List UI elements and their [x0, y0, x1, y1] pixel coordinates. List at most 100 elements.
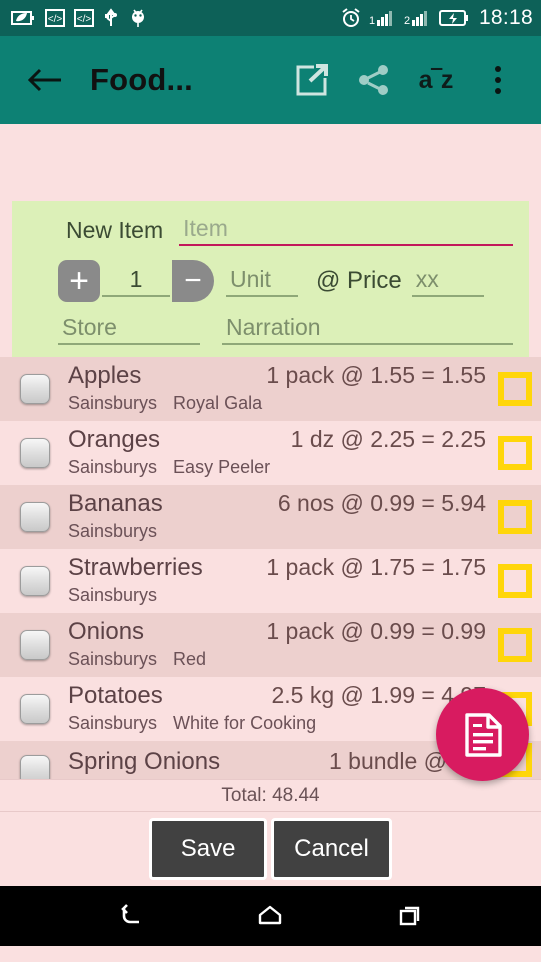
- row-subtitle: Sainsburys: [68, 585, 173, 606]
- row-quantity-price: 1 pack @ 0.99 = 0.99: [266, 618, 486, 644]
- row-checkbox[interactable]: [20, 755, 50, 779]
- row-checkbox[interactable]: [20, 502, 50, 532]
- back-arrow-icon[interactable]: [22, 67, 68, 93]
- row-item-name: Onions: [68, 618, 145, 645]
- usb-icon: [105, 8, 117, 26]
- at-price-label: @ Price: [316, 267, 402, 294]
- nav-home-icon[interactable]: [240, 886, 300, 946]
- row-item-name: Bananas: [68, 490, 163, 517]
- row-narration: Red: [173, 649, 207, 669]
- total-bar: Total: 48.44: [0, 779, 541, 812]
- row-checkbox[interactable]: [20, 694, 50, 724]
- row-quantity-price: 1 pack @ 1.55 = 1.55: [266, 362, 486, 388]
- row-checkbox[interactable]: [20, 374, 50, 404]
- new-document-fab[interactable]: [436, 688, 529, 781]
- row-purchased-checkbox[interactable]: [498, 500, 532, 534]
- row-content: Strawberries 1 pack @ 1.75 = 1.75 Sainsb…: [68, 549, 498, 613]
- row-store: Sainsburys: [68, 521, 158, 541]
- svg-text:</>: </>: [48, 14, 63, 25]
- row-store: Sainsburys: [68, 393, 158, 413]
- row-content: Oranges 1 dz @ 2.25 = 2.25 Sainsburys Ea…: [68, 421, 498, 485]
- row-subtitle: Sainsburys Royal Gala: [68, 393, 262, 414]
- share-icon[interactable]: [343, 49, 405, 111]
- new-item-name-row: New Item Item: [12, 215, 529, 246]
- row-narration: Royal Gala: [173, 393, 263, 413]
- unit-input[interactable]: Unit: [226, 266, 298, 297]
- code-brackets-icon: </>: [45, 9, 65, 27]
- row-checkbox[interactable]: [20, 566, 50, 596]
- row-narration: Easy Peeler: [173, 457, 271, 477]
- row-subtitle: Sainsburys Red: [68, 649, 206, 670]
- row-quantity-price: 1 pack @ 1.75 = 1.75: [266, 554, 486, 580]
- battery-charging-icon: [438, 10, 468, 26]
- app-toolbar: Food... a‾z: [0, 36, 541, 124]
- document-icon: [464, 712, 502, 757]
- row-content: Onions 1 pack @ 0.99 = 0.99 Sainsburys R…: [68, 613, 498, 677]
- battery-saver-leaf-icon: [11, 11, 34, 25]
- row-item-name: Apples: [68, 362, 142, 389]
- nav-recents-icon[interactable]: [381, 886, 441, 946]
- overflow-menu-icon[interactable]: [467, 49, 529, 111]
- new-item-form: New Item Item + 1 − Unit @ Price xx Stor…: [12, 201, 529, 357]
- content-top-spacer: [0, 124, 541, 201]
- svg-text:2: 2: [404, 15, 410, 27]
- status-bar-left-icons: </> </>: [10, 8, 148, 28]
- table-row[interactable]: Onions 1 pack @ 0.99 = 0.99 Sainsburys R…: [0, 613, 541, 677]
- new-item-store-row: Store Narration: [12, 314, 529, 345]
- status-bar: </> </> 1 2 18:18: [0, 0, 541, 36]
- sim1-signal-icon: 1: [369, 11, 392, 27]
- item-name-input[interactable]: Item: [179, 215, 513, 246]
- table-row[interactable]: Bananas 6 nos @ 0.99 = 5.94 Sainsburys: [0, 485, 541, 549]
- android-debug-icon: [132, 9, 144, 27]
- narration-input[interactable]: Narration: [222, 314, 513, 345]
- row-item-name: Spring Onions: [68, 748, 221, 775]
- nav-back-icon[interactable]: [100, 886, 160, 946]
- row-purchased-checkbox[interactable]: [498, 436, 532, 470]
- row-content: Apples 1 pack @ 1.55 = 1.55 Sainsburys R…: [68, 357, 498, 421]
- svg-text:</>: </>: [77, 14, 92, 25]
- row-quantity-price: 1 dz @ 2.25 = 2.25: [290, 426, 486, 452]
- row-store: Sainsburys: [68, 649, 158, 669]
- code-brackets-icon: </>: [74, 9, 94, 27]
- decrement-quantity-button[interactable]: −: [172, 260, 214, 302]
- cancel-button[interactable]: Cancel: [271, 818, 392, 880]
- alarm-icon: [342, 8, 360, 27]
- sort-az-button[interactable]: a‾z: [405, 49, 467, 111]
- row-quantity-price: 6 nos @ 0.99 = 5.94: [277, 490, 486, 516]
- row-store: Sainsburys: [68, 457, 158, 477]
- page-title: Food...: [90, 62, 193, 97]
- row-checkbox[interactable]: [20, 438, 50, 468]
- row-subtitle: Sainsburys White for Cooking: [68, 713, 316, 734]
- table-row[interactable]: Oranges 1 dz @ 2.25 = 2.25 Sainsburys Ea…: [0, 421, 541, 485]
- price-input[interactable]: xx: [411, 266, 484, 297]
- svg-text:1: 1: [369, 15, 375, 27]
- save-button[interactable]: Save: [149, 818, 268, 880]
- increment-quantity-button[interactable]: +: [58, 260, 100, 302]
- new-item-heading: New Item: [66, 217, 164, 243]
- new-item-qty-row: + 1 − Unit @ Price xx: [12, 260, 529, 302]
- row-item-name: Oranges: [68, 426, 161, 453]
- table-row[interactable]: Strawberries 1 pack @ 1.75 = 1.75 Sainsb…: [0, 549, 541, 613]
- sim2-signal-icon: 2: [404, 11, 427, 27]
- row-content: Potatoes 2.5 kg @ 1.99 = 4.97 Sainsburys…: [68, 677, 498, 741]
- android-navigation-bar: [0, 886, 541, 946]
- status-bar-clock: 18:18: [478, 6, 533, 29]
- app-screen: </> </> 1 2 18:18 Food... a‾z New Item I…: [0, 0, 541, 962]
- row-content: Bananas 6 nos @ 0.99 = 5.94 Sainsburys: [68, 485, 498, 549]
- row-content: Spring Onions 1 bundle @ 1 =: [68, 743, 498, 779]
- row-subtitle: Sainsburys Easy Peeler: [68, 457, 270, 478]
- row-store: Sainsburys: [68, 585, 158, 605]
- store-input[interactable]: Store: [58, 314, 200, 345]
- row-item-name: Strawberries: [68, 554, 203, 581]
- row-purchased-checkbox[interactable]: [498, 564, 532, 598]
- row-purchased-checkbox[interactable]: [498, 628, 532, 662]
- action-button-bar: Save Cancel: [0, 812, 541, 886]
- export-icon[interactable]: [281, 49, 343, 111]
- row-subtitle: Sainsburys: [68, 521, 173, 542]
- row-narration: White for Cooking: [173, 713, 317, 733]
- quantity-input[interactable]: 1: [102, 266, 170, 297]
- table-row[interactable]: Apples 1 pack @ 1.55 = 1.55 Sainsburys R…: [0, 357, 541, 421]
- status-bar-right-icons: 1 2 18:18: [340, 6, 533, 30]
- row-checkbox[interactable]: [20, 630, 50, 660]
- row-purchased-checkbox[interactable]: [498, 372, 532, 406]
